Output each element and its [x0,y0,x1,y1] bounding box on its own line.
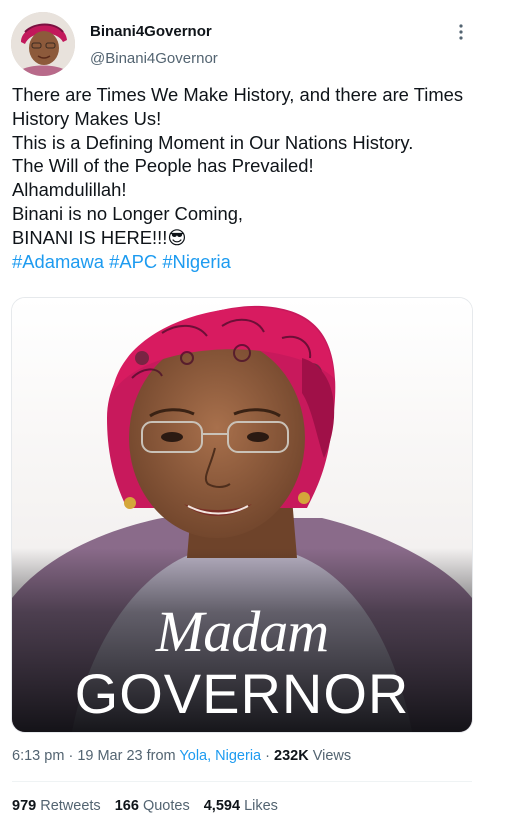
views-label: Views [312,748,352,764]
tweet-line: This is a Defining Moment in Our Nations… [12,131,414,153]
tweet-stats: 979 Retweets 166 Quotes 4,594 Likes [12,798,288,814]
author-display-name[interactable]: Binani4Governor [90,23,212,40]
tweet-date[interactable]: 19 Mar 23 [77,748,142,764]
media-overlay-title: Madam [155,599,329,664]
quotes-count: 166 [114,798,139,814]
hashtag-adamawa[interactable]: #Adamawa [12,251,104,272]
hashtag-line: #Adamawa #APC #Nigeria [12,250,482,274]
quotes-stat[interactable]: 166 Quotes [115,798,190,814]
tweet-text: There are Times We Make History, and the… [12,83,482,273]
separator: · [265,748,270,764]
tweet-line: Alhamdulillah! [12,179,127,201]
location-link[interactable]: Yola, Nigeria [179,748,261,764]
tweet-card: Binani4Governor @Binani4Governor There a… [0,0,505,818]
author-handle[interactable]: @Binani4Governor [90,50,218,67]
tweet-line: BINANI IS HERE!!!😎 [12,226,187,248]
hashtag-nigeria[interactable]: #Nigeria [162,251,231,272]
quotes-label: Quotes [142,798,190,814]
retweets-stat[interactable]: 979 Retweets [12,798,101,814]
retweets-count: 979 [12,798,37,814]
avatar-image [11,12,75,76]
tweet-line: The Will of the People has Prevailed! [12,155,314,177]
tweet-line: Binani is no Longer Coming, [12,202,244,224]
likes-label: Likes [244,798,278,814]
from-label: from [146,748,176,764]
hashtag-apc[interactable]: #APC [109,251,157,272]
divider [12,781,472,782]
likes-count: 4,594 [203,798,241,814]
likes-stat[interactable]: 4,594 Likes [204,798,278,814]
tweet-meta: 6:13 pm · 19 Mar 23 from Yola, Nigeria ·… [12,748,351,764]
avatar[interactable] [11,12,75,76]
tweet-media-image[interactable]: Madam GOVERNOR [11,297,473,733]
views-count: 232K [274,748,309,764]
vertical-ellipsis-icon[interactable] [454,22,468,42]
retweets-label: Retweets [40,798,101,814]
media-overlay-subtitle: GOVERNOR [74,662,410,725]
separator: · [68,748,74,764]
tweet-line: There are Times We Make History, and the… [12,84,464,105]
tweet-time[interactable]: 6:13 pm [12,748,64,764]
tweet-line: History Makes Us! [12,107,162,129]
